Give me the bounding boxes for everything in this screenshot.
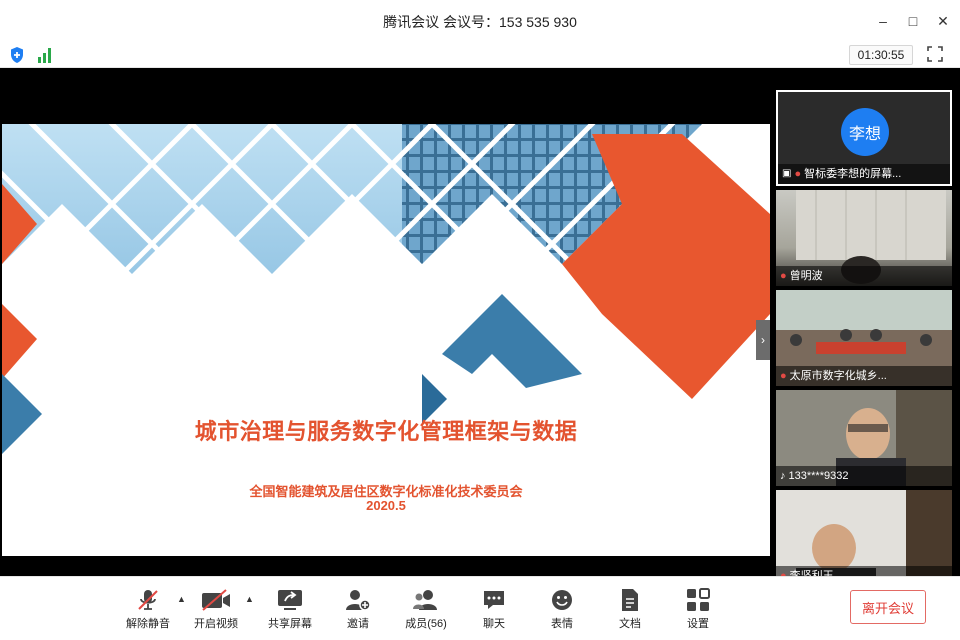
participant-tile[interactable]: ● 太原市数字化城乡... [776, 290, 952, 386]
participant-label: ▣ ● 智标委李想的屏幕... [778, 164, 950, 184]
mic-muted-icon: ● [780, 570, 787, 576]
documents-label: 文档 [619, 618, 641, 630]
participant-tile[interactable]: ● 李坚利王 [776, 490, 952, 576]
mic-muted-icon: ● [780, 370, 787, 382]
participant-tile[interactable]: 李想 ▣ ● 智标委李想的屏幕... [776, 90, 952, 186]
participant-name: 智标委李想的屏幕... [804, 168, 902, 180]
participant-label: ♪ 133****9332 [776, 466, 952, 486]
add-person-icon [346, 590, 371, 611]
title-bar: 腾讯会议 会议号：153 535 930 – □ ✕ [0, 0, 960, 42]
close-button[interactable]: ✕ [932, 10, 954, 32]
documents-button[interactable]: 文档 [600, 582, 660, 634]
chat-label: 聊天 [483, 618, 505, 630]
presentation-slide: 城市治理与服务数字化管理框架与数据 全国智能建筑及居住区数字化标准化技术委员会 … [2, 124, 770, 556]
reactions-label: 表情 [551, 618, 573, 630]
participant-name: 133****9332 [788, 470, 849, 482]
maximize-button[interactable]: □ [902, 10, 924, 32]
reactions-button[interactable]: 表情 [532, 582, 592, 634]
fullscreen-icon[interactable] [927, 46, 943, 62]
participant-label: ● 曾明波 [776, 266, 952, 286]
start-video-label: 开启视频 [194, 618, 238, 630]
chat-icon [484, 591, 504, 609]
participant-tile[interactable]: ♪ 133****9332 [776, 390, 952, 486]
document-icon [622, 589, 638, 611]
camera-feed [776, 490, 952, 576]
participant-name: 曾明波 [789, 270, 823, 282]
signal-icon[interactable] [37, 47, 53, 63]
mic-muted-icon [138, 590, 158, 610]
participant-label: ● 李坚利王 [776, 566, 952, 576]
participant-name: 李坚利王 [789, 570, 834, 576]
chat-button[interactable]: 聊天 [464, 582, 524, 634]
participant-video-panel: 李想 ▣ ● 智标委李想的屏幕... ● 曾明波 ● 太原市数字化城乡... ♪… [776, 90, 952, 576]
smiley-icon [552, 590, 572, 610]
settings-label: 设置 [687, 618, 709, 630]
mic-muted-icon: ● [794, 168, 802, 180]
video-options-caret[interactable]: ▲ [245, 594, 255, 604]
participant-tile[interactable]: ● 曾明波 [776, 190, 952, 286]
share-screen-label: 共享屏幕 [268, 618, 312, 630]
share-screen-icon [278, 590, 302, 610]
share-screen-button[interactable]: 共享屏幕 [260, 582, 320, 634]
status-bar [0, 42, 960, 68]
meeting-timer: 01:30:55 [849, 45, 913, 65]
members-button[interactable]: 成员(56) [396, 582, 456, 634]
invite-label: 邀请 [347, 618, 369, 630]
minimize-button[interactable]: – [872, 10, 894, 32]
window-title: 腾讯会议 会议号：153 535 930 [383, 14, 577, 30]
start-video-button[interactable]: 开启视频 [186, 582, 246, 634]
participant-name: 太原市数字化城乡... [789, 370, 887, 382]
members-label: 成员(56) [405, 618, 447, 630]
settings-button[interactable]: 设置 [668, 582, 728, 634]
unmute-label: 解除静音 [126, 618, 170, 630]
mic-muted-icon: ● [780, 270, 787, 282]
shield-icon[interactable] [9, 46, 25, 64]
participant-label: ● 太原市数字化城乡... [776, 366, 952, 386]
slide-date: 2020.5 [366, 498, 406, 513]
slide-title: 城市治理与服务数字化管理框架与数据 [194, 419, 578, 444]
screen-share-icon: ▣ [782, 168, 792, 179]
grid-settings-icon [687, 588, 710, 611]
members-icon [413, 590, 437, 610]
panel-toggle-button[interactable]: › [756, 320, 770, 360]
unmute-button[interactable]: 解除静音 [118, 582, 178, 634]
avatar: 李想 [841, 108, 889, 156]
mic-icon: ♪ [780, 470, 786, 482]
invite-button[interactable]: 邀请 [328, 582, 388, 634]
camera-off-icon [202, 589, 230, 611]
leave-meeting-button[interactable]: 离开会议 [850, 590, 926, 624]
